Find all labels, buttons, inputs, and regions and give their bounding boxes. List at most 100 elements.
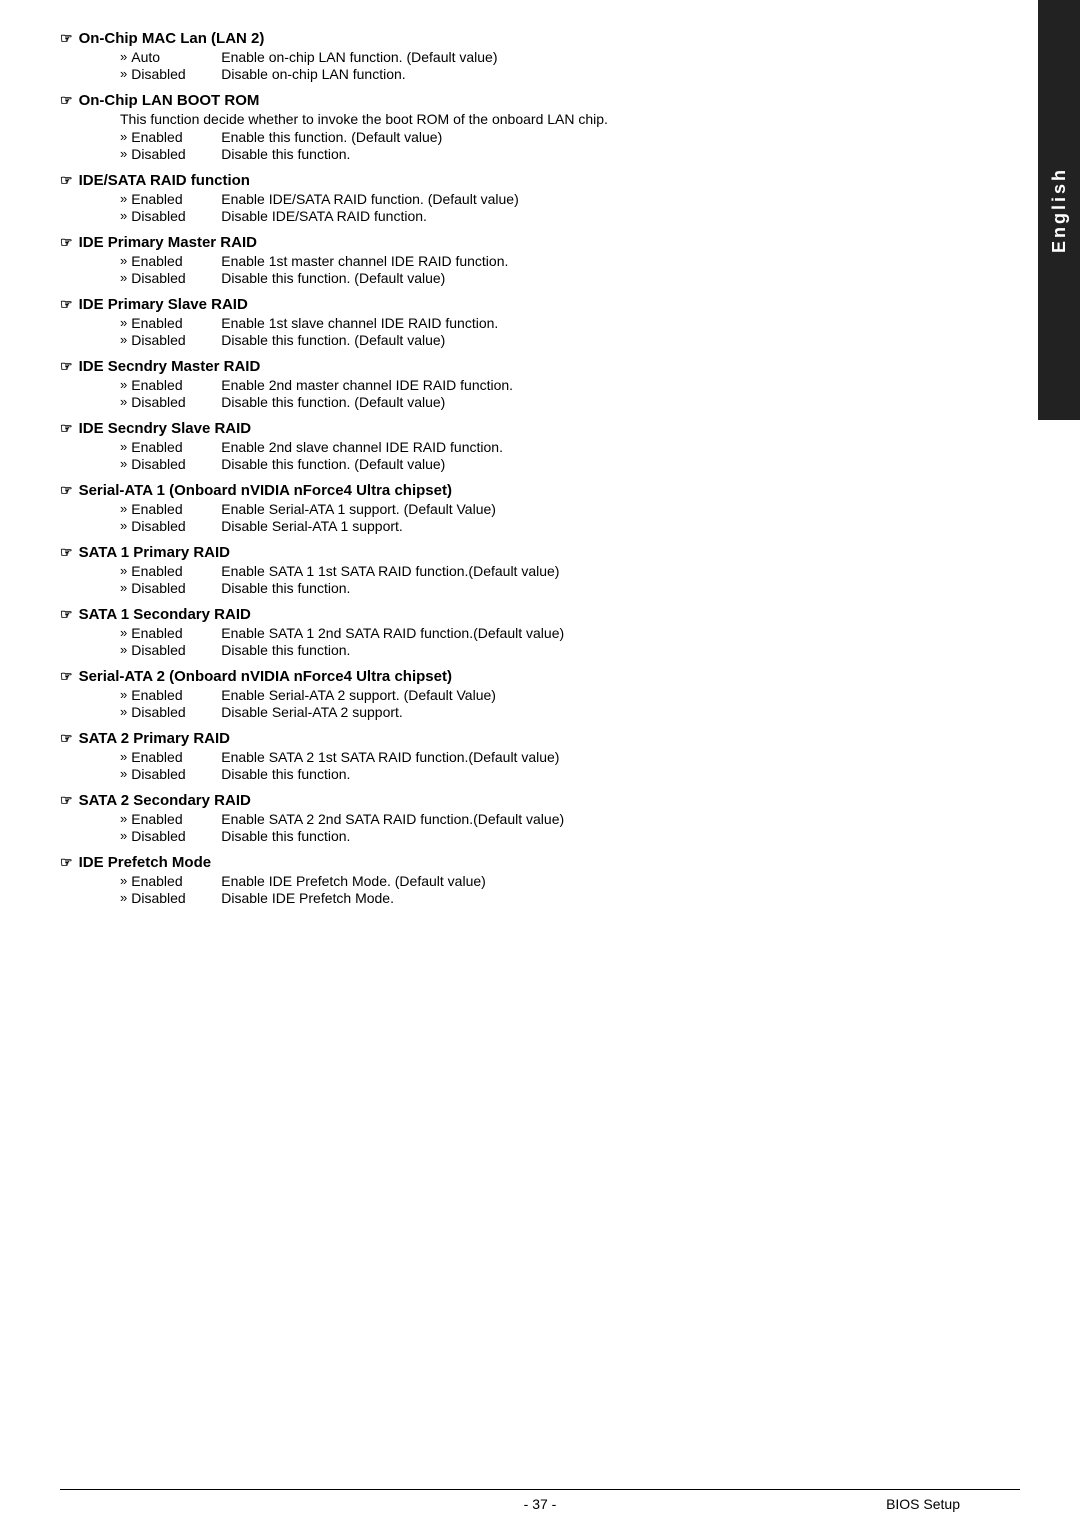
option-label: Enabled	[131, 439, 221, 455]
option-label: Enabled	[131, 129, 221, 145]
bullet-icon: »	[120, 129, 127, 145]
sidebar-label: English	[1049, 167, 1070, 253]
option-row-serial-ata-2-1: »DisabledDisable Serial-ATA 2 support.	[120, 704, 970, 720]
section-arrow-icon: ☞	[60, 544, 73, 561]
option-row-sata-2-secondary-raid-0: »EnabledEnable SATA 2 2nd SATA RAID func…	[120, 811, 970, 827]
bullet-icon: »	[120, 704, 127, 720]
bullet-icon: »	[120, 687, 127, 703]
section-arrow-icon: ☞	[60, 296, 73, 313]
option-row-ide-secndry-master-raid-1: »DisabledDisable this function. (Default…	[120, 394, 970, 410]
option-label: Disabled	[131, 332, 221, 348]
section-title-ide-secndry-master-raid: ☞IDE Secndry Master RAID	[60, 358, 970, 375]
option-row-ide-prefetch-mode-1: »DisabledDisable IDE Prefetch Mode.	[120, 890, 970, 906]
option-row-serial-ata-1-0: »EnabledEnable Serial-ATA 1 support. (De…	[120, 501, 970, 517]
section-sata-1-primary-raid: ☞SATA 1 Primary RAID »EnabledEnable SATA …	[60, 544, 970, 596]
section-title-serial-ata-1: ☞ Serial-ATA 1 (Onboard nVIDIA nForce4 Ul…	[60, 482, 970, 499]
section-arrow-icon: ☞	[60, 668, 73, 685]
page-footer: - 37 - BIOS Setup	[60, 1489, 1020, 1512]
option-label: Enabled	[131, 687, 221, 703]
option-row-ide-sata-raid-1: »DisabledDisable IDE/SATA RAID function.	[120, 208, 970, 224]
option-row-sata-1-primary-raid-1: »DisabledDisable this function.	[120, 580, 970, 596]
option-label: Disabled	[131, 518, 221, 534]
section-arrow-icon: ☞	[60, 358, 73, 375]
section-ide-prefetch-mode: ☞ IDE Prefetch Mode »EnabledEnable IDE Pre…	[60, 854, 970, 906]
option-desc: Disable this function.	[221, 146, 350, 162]
option-desc: Disable this function. (Default value)	[221, 270, 445, 286]
option-desc: Enable Serial-ATA 1 support. (Default Va…	[221, 501, 496, 517]
bullet-icon: »	[120, 828, 127, 844]
option-row-on-chip-lan-boot-rom-0: »EnabledEnable this function. (Default v…	[120, 129, 970, 145]
bullet-icon: »	[120, 439, 127, 455]
bullet-icon: »	[120, 749, 127, 765]
option-row-sata-2-primary-raid-1: »DisabledDisable this function.	[120, 766, 970, 782]
bullet-icon: »	[120, 890, 127, 906]
section-arrow-icon: ☞	[60, 172, 73, 189]
section-arrow-icon: ☞	[60, 234, 73, 251]
section-sata-2-primary-raid: ☞SATA 2 Primary RAID»EnabledEnable SATA …	[60, 730, 970, 782]
section-title-ide-primary-slave-raid: ☞ IDE Primary Slave RAID	[60, 296, 970, 313]
option-desc: Disable this function.	[221, 766, 350, 782]
option-label: Enabled	[131, 563, 221, 579]
option-label: Enabled	[131, 749, 221, 765]
option-label: Enabled	[131, 315, 221, 331]
option-label: Enabled	[131, 625, 221, 641]
option-row-sata-1-secondary-raid-0: »EnabledEnable SATA 1 2nd SATA RAID func…	[120, 625, 970, 641]
section-note-on-chip-lan-boot-rom: This function decide whether to invoke t…	[120, 111, 970, 127]
section-arrow-icon: ☞	[60, 854, 73, 871]
option-label: Disabled	[131, 890, 221, 906]
section-arrow-icon: ☞	[60, 92, 73, 109]
section-title-text: IDE Primary Master RAID	[79, 234, 257, 251]
section-title-text: SATA 1 Secondary RAID	[79, 606, 251, 623]
option-desc: Disable this function.	[221, 828, 350, 844]
option-row-sata-1-primary-raid-0: »EnabledEnable SATA 1 1st SATA RAID func…	[120, 563, 970, 579]
option-desc: Enable 1st slave channel IDE RAID functi…	[221, 315, 498, 331]
option-desc: Disable this function. (Default value)	[221, 332, 445, 348]
section-title-text: SATA 2 Primary RAID	[79, 730, 230, 747]
section-title-text: Serial-ATA 2 (Onboard nVIDIA nForce4 Ult…	[79, 668, 452, 685]
section-title-text: On-Chip LAN BOOT ROM	[79, 92, 260, 109]
option-desc: Enable SATA 1 1st SATA RAID function.(De…	[221, 563, 559, 579]
section-title-text: IDE/SATA RAID function	[79, 172, 250, 189]
main-content: ☞ On-Chip MAC Lan (LAN 2) »AutoEnable on-c…	[60, 30, 970, 906]
section-arrow-icon: ☞	[60, 30, 73, 47]
section-title-text: IDE Secndry Slave RAID	[79, 420, 252, 437]
bullet-icon: »	[120, 873, 127, 889]
section-arrow-icon: ☞	[60, 482, 73, 499]
bullet-icon: »	[120, 580, 127, 596]
option-label: Disabled	[131, 766, 221, 782]
section-title-on-chip-lan-boot-rom: ☞ On-Chip LAN BOOT ROM	[60, 92, 970, 109]
section-title-text: IDE Primary Slave RAID	[79, 296, 248, 313]
section-ide-sata-raid: ☞ IDE/SATA RAID function »EnabledEnable ID…	[60, 172, 970, 224]
bullet-icon: »	[120, 766, 127, 782]
option-row-on-chip-mac-lan-0: »AutoEnable on-chip LAN function. (Defau…	[120, 49, 970, 65]
section-title-text: IDE Prefetch Mode	[79, 854, 212, 871]
option-label: Disabled	[131, 394, 221, 410]
footer-label: BIOS Setup	[886, 1496, 960, 1512]
option-row-ide-primary-master-raid-0: »EnabledEnable 1st master channel IDE RA…	[120, 253, 970, 269]
option-label: Enabled	[131, 377, 221, 393]
section-sata-1-secondary-raid: ☞SATA 1 Secondary RAID»EnabledEnable SAT…	[60, 606, 970, 658]
option-row-on-chip-mac-lan-1: »DisabledDisable on-chip LAN function.	[120, 66, 970, 82]
option-desc: Disable this function.	[221, 642, 350, 658]
section-title-sata-1-primary-raid: ☞SATA 1 Primary RAID	[60, 544, 970, 561]
option-label: Disabled	[131, 270, 221, 286]
option-row-ide-sata-raid-0: »EnabledEnable IDE/SATA RAID function. (…	[120, 191, 970, 207]
bullet-icon: »	[120, 811, 127, 827]
sidebar-english: English	[1038, 0, 1080, 420]
option-desc: Disable this function. (Default value)	[221, 394, 445, 410]
section-title-serial-ata-2: ☞ Serial-ATA 2 (Onboard nVIDIA nForce4 Ul…	[60, 668, 970, 685]
bullet-icon: »	[120, 377, 127, 393]
option-row-ide-primary-slave-raid-1: »DisabledDisable this function. (Default…	[120, 332, 970, 348]
option-label: Disabled	[131, 580, 221, 596]
option-row-ide-prefetch-mode-0: »EnabledEnable IDE Prefetch Mode. (Defau…	[120, 873, 970, 889]
bullet-icon: »	[120, 270, 127, 286]
option-row-on-chip-lan-boot-rom-1: »DisabledDisable this function.	[120, 146, 970, 162]
section-title-ide-secndry-slave-raid: ☞IDE Secndry Slave RAID	[60, 420, 970, 437]
option-desc: Disable this function. (Default value)	[221, 456, 445, 472]
bullet-icon: »	[120, 191, 127, 207]
section-title-text: Serial-ATA 1 (Onboard nVIDIA nForce4 Ult…	[79, 482, 452, 499]
option-desc: Enable 2nd slave channel IDE RAID functi…	[221, 439, 503, 455]
bullet-icon: »	[120, 315, 127, 331]
option-label: Disabled	[131, 146, 221, 162]
section-title-text: On-Chip MAC Lan (LAN 2)	[79, 30, 265, 47]
